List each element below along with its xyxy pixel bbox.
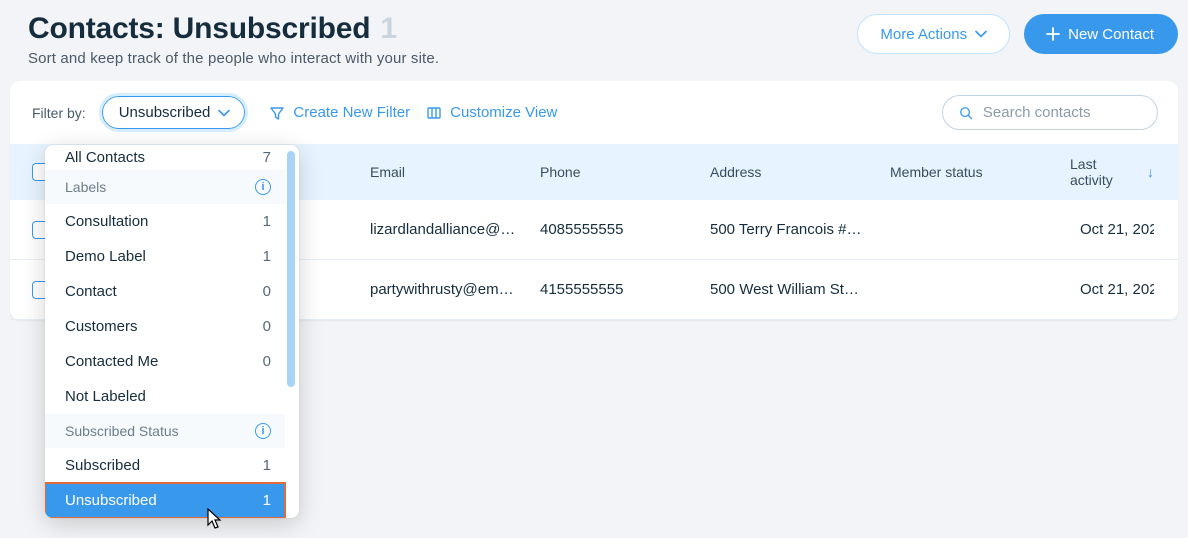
- cell-email: partywithrusty@em…: [370, 281, 540, 298]
- cell-phone: 4155555555: [540, 281, 710, 298]
- customize-view-button[interactable]: Customize View: [426, 104, 557, 121]
- column-phone[interactable]: Phone: [540, 164, 710, 180]
- dropdown-item-count: 1: [263, 457, 271, 474]
- info-icon[interactable]: i: [255, 423, 271, 439]
- cell-last-activity: Oct 21, 2022: [1080, 221, 1154, 238]
- more-actions-button[interactable]: More Actions: [857, 14, 1010, 54]
- more-actions-label: More Actions: [880, 26, 967, 43]
- dropdown-item-label: Not Labeled: [65, 388, 146, 405]
- info-icon[interactable]: i: [255, 179, 271, 195]
- page-subtitle: Sort and keep track of the people who in…: [28, 50, 439, 67]
- column-last-activity[interactable]: Last activity ↓: [1070, 156, 1154, 188]
- customize-view-label: Customize View: [450, 104, 557, 121]
- dropdown-item-count: 0: [263, 283, 271, 300]
- cell-address: 500 Terry Francois #…: [710, 221, 890, 238]
- page-title: Contacts: Unsubscribed: [28, 12, 370, 46]
- dropdown-item-all-contacts[interactable]: All Contacts 7: [45, 145, 285, 170]
- column-email[interactable]: Email: [370, 164, 540, 180]
- create-filter-label: Create New Filter: [293, 104, 410, 121]
- dropdown-section-labels: Labels i: [45, 170, 285, 204]
- column-member-status[interactable]: Member status: [890, 164, 1070, 180]
- dropdown-item-count: 1: [263, 213, 271, 230]
- dropdown-item-label: Customers: [65, 318, 138, 335]
- dropdown-section-label: Subscribed Status: [65, 423, 179, 439]
- dropdown-item-count: 7: [263, 149, 271, 166]
- title-count: 1: [380, 12, 397, 46]
- new-contact-label: New Contact: [1068, 26, 1154, 43]
- chevron-down-icon: [975, 30, 987, 38]
- dropdown-item-label: Contacted Me: [65, 353, 158, 370]
- filter-dropdown[interactable]: Unsubscribed: [102, 96, 246, 129]
- dropdown-item-customers[interactable]: Customers 0: [45, 309, 285, 344]
- dropdown-item-consultation[interactable]: Consultation 1: [45, 204, 285, 239]
- dropdown-item-count: 0: [263, 353, 271, 370]
- search-input[interactable]: [983, 104, 1141, 121]
- search-input-wrapper[interactable]: [942, 95, 1158, 130]
- dropdown-item-label: Subscribed: [65, 457, 140, 474]
- new-contact-button[interactable]: New Contact: [1024, 14, 1178, 54]
- dropdown-item-subscribed[interactable]: Subscribed 1: [45, 448, 285, 483]
- cell-email: lizardlandalliance@…: [370, 221, 540, 238]
- columns-icon: [426, 105, 442, 121]
- cell-last-activity: Oct 21, 2022: [1080, 281, 1154, 298]
- dropdown-item-label: Contact: [65, 283, 117, 300]
- chevron-down-icon: [218, 109, 230, 117]
- filter-icon: [269, 105, 285, 121]
- sort-descending-icon: ↓: [1147, 164, 1154, 180]
- scrollbar[interactable]: [287, 151, 295, 387]
- column-address[interactable]: Address: [710, 164, 890, 180]
- dropdown-item-count: 0: [263, 318, 271, 335]
- create-filter-button[interactable]: Create New Filter: [269, 104, 410, 121]
- dropdown-item-count: 1: [263, 248, 271, 265]
- dropdown-item-unsubscribed[interactable]: Unsubscribed 1: [45, 483, 285, 518]
- dropdown-item-label: Unsubscribed: [65, 492, 157, 509]
- dropdown-item-contacted-me[interactable]: Contacted Me 0: [45, 344, 285, 379]
- dropdown-item-count: 1: [263, 492, 271, 509]
- search-icon: [959, 105, 973, 121]
- filter-by-label: Filter by:: [32, 105, 86, 121]
- filter-dropdown-panel: All Contacts 7 Labels i Consultation 1 D…: [45, 145, 299, 518]
- dropdown-item-contact[interactable]: Contact 0: [45, 274, 285, 309]
- column-last-activity-label: Last activity: [1070, 156, 1141, 188]
- dropdown-item-label: All Contacts: [65, 149, 145, 166]
- dropdown-item-demo-label[interactable]: Demo Label 1: [45, 239, 285, 274]
- cell-address: 500 West William St…: [710, 281, 890, 298]
- plus-icon: [1046, 27, 1060, 41]
- dropdown-item-label: Demo Label: [65, 248, 146, 265]
- dropdown-item-label: Consultation: [65, 213, 148, 230]
- dropdown-section-label: Labels: [65, 179, 106, 195]
- filter-value: Unsubscribed: [119, 104, 211, 121]
- dropdown-item-not-labeled[interactable]: Not Labeled: [45, 379, 285, 414]
- cell-phone: 4085555555: [540, 221, 710, 238]
- dropdown-section-subscribed-status: Subscribed Status i: [45, 414, 285, 448]
